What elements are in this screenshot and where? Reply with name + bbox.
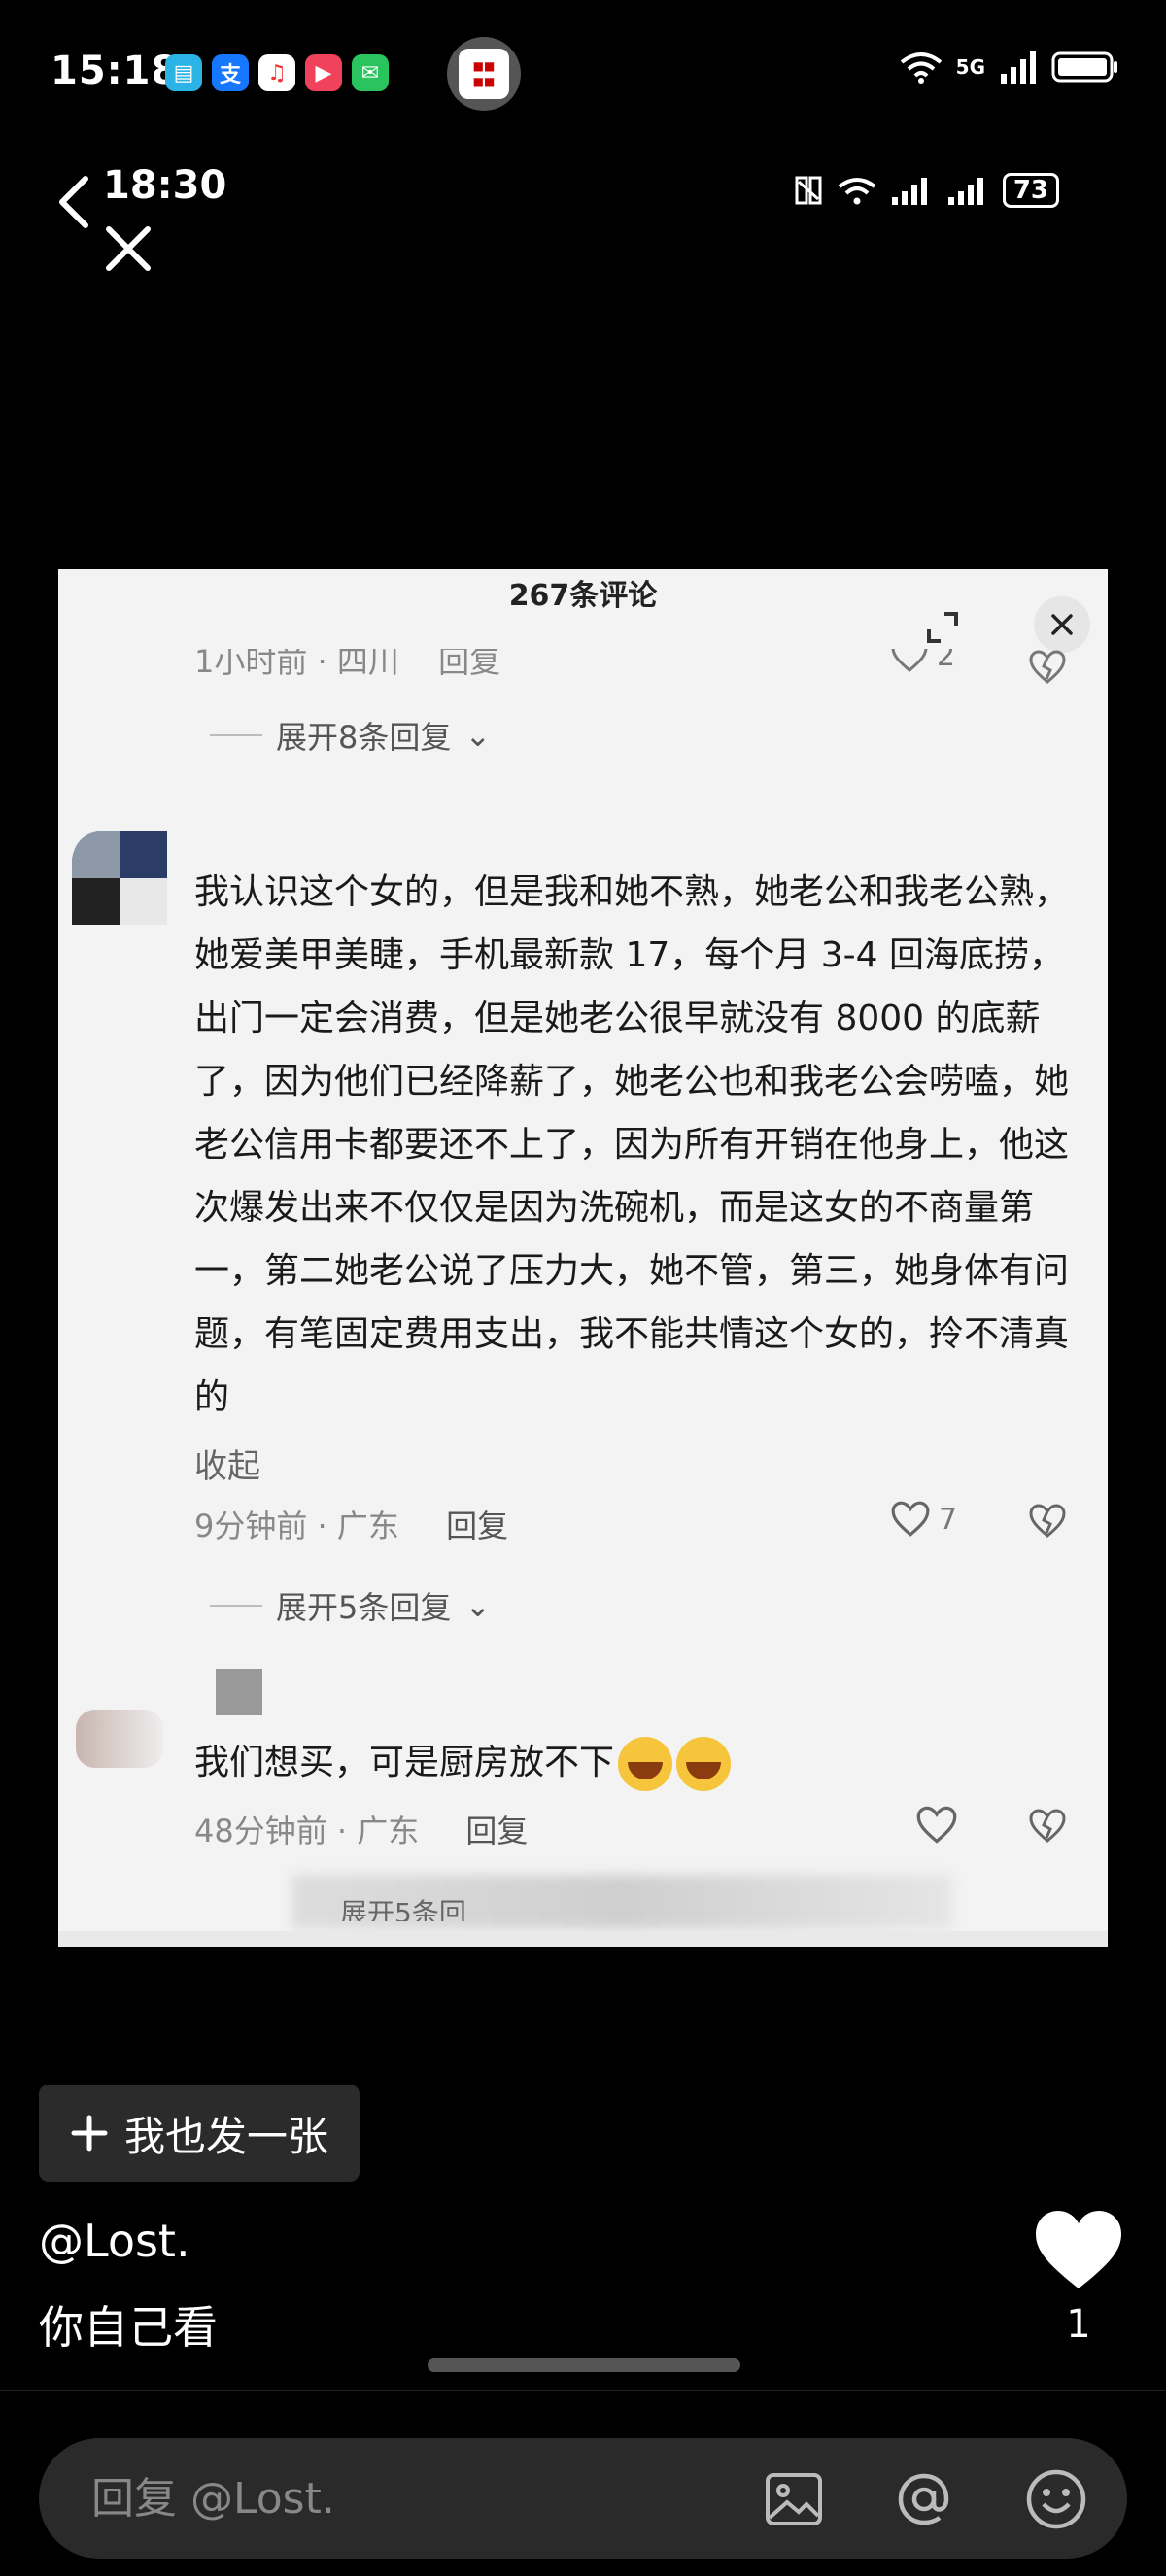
reader-app-icon: ▤ — [165, 54, 202, 91]
heart-outline-icon — [891, 1501, 930, 1537]
comment-avatar-1 — [72, 830, 169, 927]
author-username[interactable]: @Lost. — [39, 2215, 190, 2267]
top-comment-reply: 回复 — [438, 643, 501, 680]
reply-input[interactable] — [89, 2438, 773, 2560]
expand-replies-1[interactable]: 展开8条回复 ⌄ — [210, 713, 491, 758]
floating-app-logo: ■■ ■■ — [459, 49, 509, 99]
screenshot-status-time: 18:30 — [103, 163, 227, 208]
video-app-icon: ▶ — [305, 54, 342, 91]
expand-replies-label: 展开5条回复 — [276, 1589, 452, 1626]
nfc-icon — [795, 176, 822, 205]
notification-app-icons: ▤ 支 ♫ ▶ ✉ — [165, 54, 389, 91]
collapse-link[interactable]: 收起 — [194, 1440, 260, 1487]
battery-icon — [1051, 51, 1117, 83]
screenshot-signal-icon-1 — [891, 178, 927, 205]
dislike-icon[interactable] — [1026, 1805, 1069, 1846]
laugh-cry-emoji-icon — [618, 1737, 673, 1791]
comment-2-username-blurred — [216, 1669, 262, 1715]
expand-line — [210, 734, 262, 736]
expand-line — [210, 1605, 262, 1607]
laugh-cry-emoji-icon — [676, 1737, 732, 1791]
panel-bottom-strip — [58, 1931, 1108, 1947]
panel-close-icon — [1034, 596, 1090, 653]
top-comment-time-location: 1小时前 · 四川 — [194, 643, 399, 680]
scroll-indicator — [428, 2358, 740, 2372]
heart-outline-icon[interactable] — [915, 1805, 958, 1846]
dislike-icon[interactable] — [1026, 1500, 1069, 1541]
screenshot-status-icons: 73 — [793, 173, 1059, 208]
status-right-icons: 5G — [900, 51, 1119, 84]
post-one-too-button[interactable]: 我也发一张 — [39, 2085, 360, 2182]
mention-icon[interactable] — [892, 2467, 956, 2531]
wechat-app-icon: ✉ — [352, 54, 389, 91]
comment-1-meta: 9分钟前 · 广东 回复 — [194, 1502, 508, 1546]
screenshot-wifi-icon — [838, 178, 876, 205]
comment-1-reply[interactable]: 回复 — [446, 1508, 508, 1544]
image-picker-icon[interactable] — [762, 2467, 826, 2531]
post-caption: 你自己看 — [39, 2301, 218, 2354]
top-comment-meta: 1小时前 · 四川 回复 — [194, 643, 501, 682]
comment-avatar-2 — [76, 1710, 163, 1768]
comment-2-meta: 48分钟前 · 广东 回复 — [194, 1807, 528, 1851]
expand-replies-label: 展开8条回复 — [276, 719, 452, 756]
reply-bar — [39, 2438, 1127, 2560]
comment-2-text: 我们想买，可是厨房放不下 — [194, 1743, 615, 1782]
comment-1-time-location: 9分钟前 · 广东 — [194, 1508, 399, 1544]
shared-screenshot-image[interactable]: 267条评论 1小时前 · 四川 回复 2 展开8条回复 ⌄ 我认识这个女的，但… — [58, 569, 1108, 1947]
dislike-icon — [1029, 650, 1066, 684]
music-app-icon: ♫ — [258, 54, 295, 91]
comment-1-like[interactable]: 7 — [890, 1500, 957, 1539]
chevron-down-icon: ⌄ — [464, 1587, 492, 1624]
status-time: 15:18 — [51, 49, 180, 93]
comment-2-reply[interactable]: 回复 — [465, 1813, 528, 1849]
expand-replies-2[interactable]: 展开5条回复 ⌄ — [210, 1583, 491, 1628]
network-type-label: 5G — [955, 55, 985, 79]
screenshot-battery-level: 73 — [1002, 173, 1059, 208]
plus-icon — [71, 2115, 108, 2152]
fullscreen-icon — [927, 612, 958, 643]
comment-2-time-location: 48分钟前 · 广东 — [194, 1813, 420, 1849]
like-button[interactable]: 1 — [1032, 2207, 1125, 2347]
floating-app-badge[interactable]: ■■ ■■ — [447, 37, 521, 111]
wifi-icon — [900, 52, 942, 84]
back-button[interactable] — [54, 173, 93, 231]
comment-1-like-count: 7 — [939, 1502, 958, 1537]
like-count: 1 — [1066, 2302, 1091, 2347]
comment-2-text-row: 我们想买，可是厨房放不下 — [194, 1731, 1069, 1794]
divider — [0, 2390, 1166, 2391]
comment-1-text: 我认识这个女的，但是我和她不熟，她老公和我老公熟，她爱美甲美睫，手机最新款 17… — [194, 872, 1070, 1417]
emoji-icon[interactable] — [1024, 2467, 1088, 2531]
chevron-down-icon: ⌄ — [464, 717, 492, 754]
heart-filled-icon — [1036, 2211, 1121, 2288]
signal-icon — [1001, 51, 1036, 84]
screenshot-signal-icon-2 — [947, 178, 983, 205]
post-button-label: 我也发一张 — [123, 2112, 328, 2160]
close-button[interactable] — [101, 221, 155, 276]
alipay-app-icon: 支 — [212, 54, 249, 91]
